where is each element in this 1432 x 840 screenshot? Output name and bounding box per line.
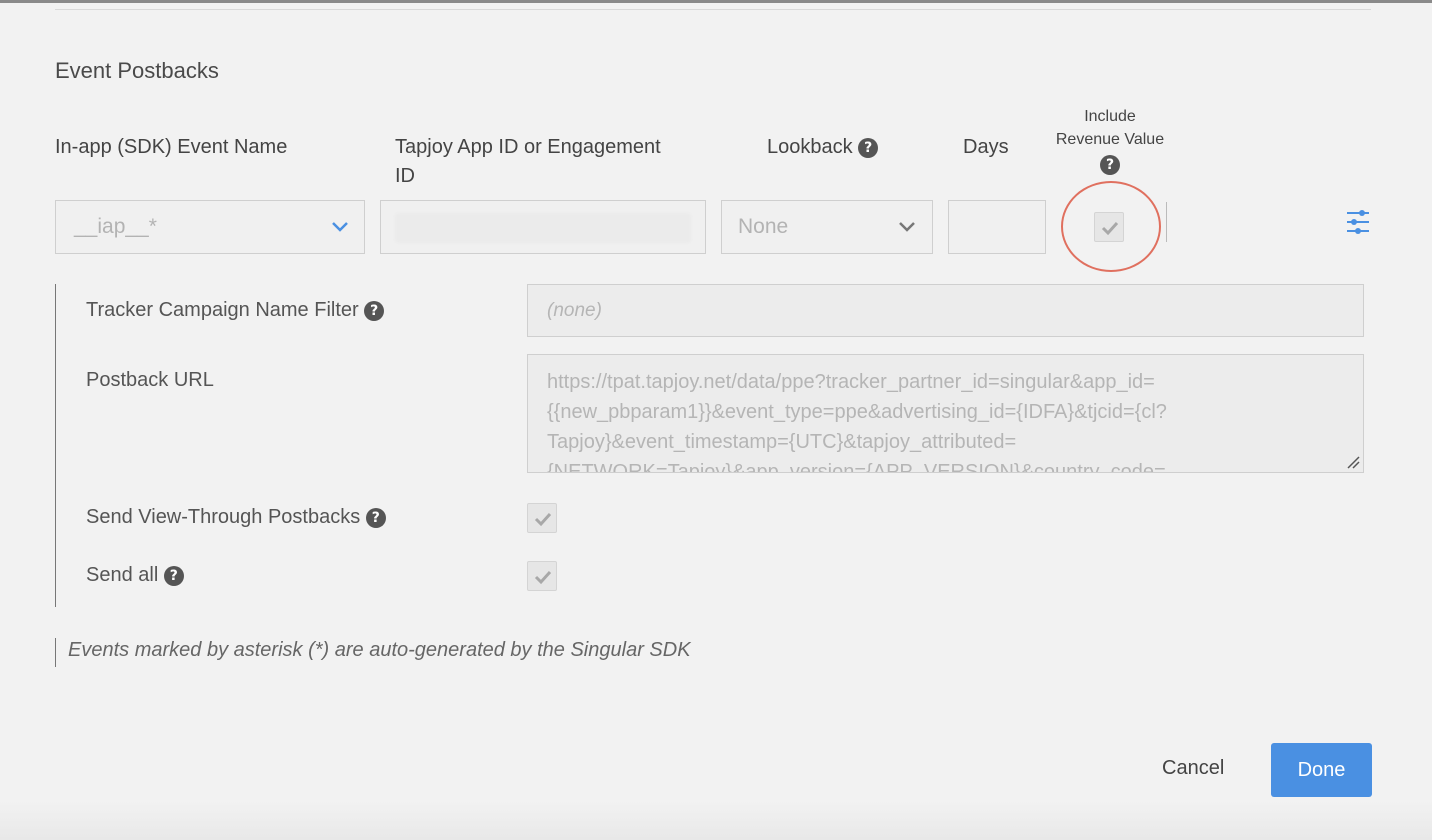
lookback-column-label: Lookback ? [767,133,879,162]
separator [1166,202,1167,242]
campaign-filter-placeholder: (none) [547,300,602,321]
lookback-select-value: None [738,215,789,238]
campaign-filter-input[interactable]: (none) [527,284,1364,337]
app-id-column-label-line2: ID [395,165,415,187]
view-through-help-icon[interactable]: ? [365,507,386,528]
include-revenue-column-label: Include Revenue Value ? [1040,105,1180,176]
settings-indent-line [55,284,56,607]
campaign-filter-help-icon[interactable]: ? [364,300,385,321]
lookback-label-text: Lookback [767,136,853,158]
include-revenue-label-line2: Revenue Value [1055,131,1165,148]
footnote: Events marked by asterisk (*) are auto-g… [68,639,691,661]
app-id-column-label-line1: Tapjoy App ID or Engagement [395,136,661,158]
checkmark-icon [534,512,552,527]
include-revenue-help-icon[interactable]: ? [1100,154,1120,175]
checkmark-icon [534,570,552,585]
postback-url-textarea[interactable]: https://tpat.tapjoy.net/data/ppe?tracker… [527,354,1364,473]
campaign-filter-label-text: Tracker Campaign Name Filter [86,299,359,321]
event-name-column-label: In-app (SDK) Event Name [55,136,288,158]
campaign-filter-label: Tracker Campaign Name Filter ? [86,299,385,322]
sliders-icon[interactable] [1346,209,1370,235]
lookback-help-icon[interactable]: ? [858,137,879,158]
done-button[interactable]: Done [1271,743,1372,797]
resize-handle-icon[interactable] [1346,455,1360,469]
app-id-input[interactable] [380,200,706,254]
footnote-line [55,638,56,667]
chevron-down-icon [331,221,348,235]
highlight-circle [1061,181,1161,272]
postback-url-value: https://tpat.tapjoy.net/data/ppe?tracker… [547,371,1167,473]
days-input[interactable] [948,200,1046,254]
section-title: Event Postbacks [55,58,219,83]
view-through-label-text: Send View-Through Postbacks [86,506,361,528]
lookback-select[interactable]: None [721,200,933,254]
include-revenue-label-line1: Include [1084,108,1136,125]
view-through-label: Send View-Through Postbacks ? [86,506,386,529]
bottom-shadow [0,800,1432,840]
view-through-checkbox[interactable] [527,503,557,533]
send-all-label-text: Send all [86,564,159,586]
chevron-down-icon [898,221,915,235]
redacted-value [395,213,691,243]
divider [55,9,1371,10]
window-top-border [0,0,1432,3]
send-all-checkbox[interactable] [527,561,557,591]
cancel-button[interactable]: Cancel [1162,757,1224,780]
send-all-label: Send all ? [86,564,184,587]
event-name-select[interactable]: __iap__* [55,200,365,254]
postback-url-label: Postback URL [86,369,214,391]
app-id-column-label: Tapjoy App ID or Engagement ID [395,133,695,191]
send-all-help-icon[interactable]: ? [163,565,184,586]
event-name-select-value: __iap__* [74,215,157,238]
days-column-label: Days [963,136,1009,158]
